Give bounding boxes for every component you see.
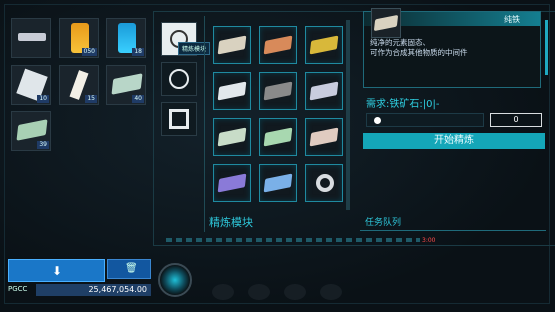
recycle-icon — [169, 69, 189, 89]
item-count: 15 — [85, 95, 97, 103]
ingot-icon — [263, 81, 293, 101]
recycle-module-button[interactable] — [161, 62, 197, 96]
item-description: 纯净的元素固态、 可作为合成其他物质的中间件 — [370, 38, 468, 57]
refinery-grid: 精炼模块 — [204, 16, 356, 232]
inventory-slot[interactable]: 15 — [59, 65, 99, 105]
inventory-slot[interactable]: 10 — [11, 65, 51, 105]
quantity-slider[interactable] — [366, 113, 484, 127]
recipe-slot[interactable] — [213, 164, 251, 202]
start-refine-button[interactable]: 开始精炼 — [363, 133, 545, 149]
grid-title: 精炼模块 — [209, 216, 253, 229]
recipe-slot[interactable] — [305, 26, 343, 64]
ingot-icon — [309, 35, 339, 55]
item-count: 10 — [37, 95, 49, 103]
slider-knob[interactable] — [374, 117, 381, 124]
ingot-icon — [217, 173, 247, 193]
recipe-slot[interactable] — [213, 72, 251, 110]
ingot-icon — [263, 35, 293, 55]
progress-ticks — [166, 238, 420, 242]
recipe-slot[interactable] — [213, 26, 251, 64]
recipe-slot[interactable] — [259, 26, 297, 64]
item-icon — [371, 8, 401, 38]
quantity-input[interactable]: 0 — [490, 113, 542, 127]
currency-label: PGCC — [8, 285, 28, 293]
inventory-slot[interactable]: 18 — [106, 18, 146, 58]
empty-slot — [248, 284, 270, 300]
delete-button[interactable]: 🗑 — [107, 259, 151, 279]
alloy-icon — [111, 73, 143, 95]
inventory-slot[interactable]: 050 — [59, 18, 99, 58]
item-detail-panel: 纯铁 纯净的元素固态、 可作为合成其他物质的中间件 — [363, 8, 541, 88]
ingot-icon — [217, 127, 247, 147]
item-name: 纯铁 — [504, 15, 520, 24]
item-count: 39 — [37, 141, 49, 149]
ingot-icon — [309, 127, 339, 147]
ingot-icon — [217, 81, 247, 101]
ingot-icon — [263, 127, 293, 147]
inventory-slot[interactable]: 40 — [106, 65, 146, 105]
queue-divider — [360, 230, 546, 231]
ring-icon — [316, 174, 334, 192]
recipe-slot[interactable] — [305, 72, 343, 110]
trash-icon: 🗑 — [125, 263, 138, 274]
currency-amount: 25,467,054.00 — [36, 284, 151, 296]
empty-slot — [212, 284, 234, 300]
task-queue-title: 任务队列 — [365, 218, 402, 228]
item-count: 050 — [81, 48, 97, 56]
down-arrow-icon: ⬇ — [52, 264, 63, 278]
recipe-slot[interactable] — [305, 164, 343, 202]
detail-scrollbar[interactable] — [545, 20, 548, 75]
inventory-slot[interactable] — [11, 18, 51, 58]
inventory-slot[interactable]: 39 — [11, 111, 51, 151]
requirement-text: 需求:铁矿石:|0|- — [366, 99, 440, 110]
gun-icon — [18, 33, 46, 41]
alloy-icon — [16, 119, 48, 141]
queue-timer: 3:00 — [422, 237, 436, 244]
recipe-slot[interactable] — [259, 118, 297, 156]
grid-scrollbar[interactable] — [346, 20, 350, 210]
target-module-button[interactable] — [161, 102, 197, 136]
core-orb-icon[interactable] — [158, 263, 192, 297]
target-icon — [169, 109, 189, 129]
item-count: 18 — [132, 48, 144, 56]
empty-slot — [284, 284, 306, 300]
recipe-slot[interactable] — [259, 164, 297, 202]
empty-slot — [320, 284, 342, 300]
ingot-icon — [373, 14, 399, 32]
item-count: 40 — [132, 95, 144, 103]
deposit-button[interactable]: ⬇ — [8, 259, 105, 282]
recipe-slot[interactable] — [305, 118, 343, 156]
ingot-icon — [309, 81, 339, 101]
ingot-icon — [263, 173, 293, 193]
recipe-slot[interactable] — [213, 118, 251, 156]
ingot-icon — [217, 35, 247, 55]
recipe-slot[interactable] — [259, 72, 297, 110]
